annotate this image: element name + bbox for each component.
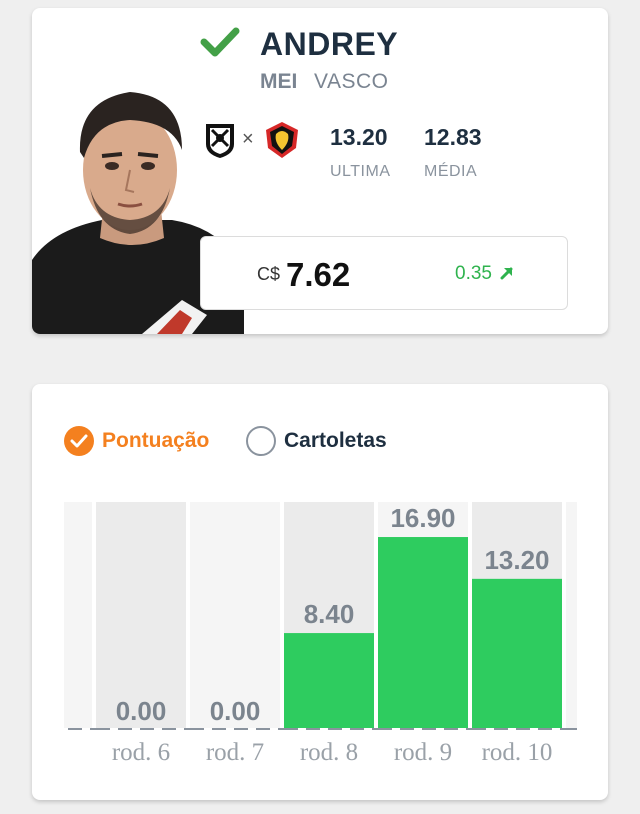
bar-track bbox=[96, 502, 186, 728]
score-bar-chart: 050.00rod. 60.00rod. 78.40rod. 816.90rod… bbox=[64, 502, 577, 766]
baseline-dash bbox=[234, 728, 248, 730]
price-variation: 0.35 bbox=[455, 263, 492, 284]
player-club: VASCO bbox=[314, 70, 389, 93]
option-cartoletas-label: Cartoletas bbox=[284, 429, 387, 452]
bar-value-label: 16.90 bbox=[390, 503, 455, 533]
baseline-dash bbox=[538, 728, 552, 730]
x-tick-label: rod. 8 bbox=[300, 739, 358, 766]
bar bbox=[284, 633, 374, 728]
baseline-dash bbox=[516, 728, 530, 730]
bar-value-label: 13.20 bbox=[484, 545, 549, 575]
player-card: ANDREY MEI VASCO × 13.20 ULTIMA 12.83 MÉ… bbox=[32, 8, 608, 334]
match-separator: × bbox=[242, 128, 254, 150]
x-tick-label: rod. 10 bbox=[482, 739, 553, 766]
option-pontuacao[interactable]: Pontuação bbox=[64, 424, 209, 458]
baseline-dash bbox=[566, 728, 577, 730]
price-currency: C$ bbox=[257, 264, 281, 284]
player-position: MEI bbox=[260, 70, 298, 93]
baseline-dash bbox=[494, 728, 508, 730]
baseline-dash bbox=[350, 728, 364, 730]
baseline-dash bbox=[162, 728, 176, 730]
price-box: C$ 7.62 0.35 bbox=[200, 236, 568, 310]
radio-unchecked-icon[interactable] bbox=[246, 426, 276, 456]
last-score-label: ULTIMA bbox=[330, 163, 391, 180]
baseline-dash bbox=[190, 728, 204, 730]
bar bbox=[378, 537, 468, 728]
bar-track bbox=[64, 502, 92, 728]
bar-track bbox=[190, 502, 280, 728]
baseline-dash bbox=[328, 728, 342, 730]
baseline-dash bbox=[444, 728, 458, 730]
baseline-dash bbox=[140, 728, 154, 730]
price-value: 7.62 bbox=[286, 256, 351, 293]
option-cartoletas[interactable]: Cartoletas bbox=[246, 424, 387, 458]
average-score-label: MÉDIA bbox=[424, 163, 478, 180]
arrow-up-icon bbox=[500, 267, 513, 280]
vasco-badge-icon bbox=[206, 124, 234, 158]
baseline-dash bbox=[378, 728, 392, 730]
baseline-dash bbox=[212, 728, 226, 730]
player-name: ANDREY bbox=[260, 26, 399, 62]
bar-value-label: 0.00 bbox=[116, 696, 167, 726]
option-pontuacao-label: Pontuação bbox=[102, 429, 210, 452]
x-tick-label: rod. 6 bbox=[112, 739, 170, 766]
bar bbox=[472, 578, 562, 728]
x-tick-label: rod. 7 bbox=[206, 739, 264, 766]
baseline-dash bbox=[284, 728, 298, 730]
baseline-dash bbox=[472, 728, 486, 730]
baseline-dash bbox=[306, 728, 320, 730]
check-icon bbox=[200, 27, 240, 57]
bar-track bbox=[566, 502, 577, 728]
baseline-dash bbox=[256, 728, 270, 730]
radio-checked-icon[interactable] bbox=[64, 426, 94, 456]
sport-badge-icon bbox=[266, 122, 298, 158]
baseline-dash bbox=[68, 728, 82, 730]
bar-value-label: 8.40 bbox=[304, 599, 355, 629]
baseline-dash bbox=[422, 728, 436, 730]
x-tick-label: rod. 9 bbox=[394, 739, 452, 766]
last-score-value: 13.20 bbox=[330, 124, 388, 150]
baseline-dash bbox=[96, 728, 110, 730]
baseline-dash bbox=[400, 728, 414, 730]
bar-value-label: 0.00 bbox=[210, 696, 261, 726]
baseline-dash bbox=[118, 728, 132, 730]
average-score-value: 12.83 bbox=[424, 124, 482, 150]
chart-card: Pontuação Cartoletas 050.00rod. 60.00rod… bbox=[32, 384, 608, 800]
check-icon bbox=[70, 434, 88, 448]
